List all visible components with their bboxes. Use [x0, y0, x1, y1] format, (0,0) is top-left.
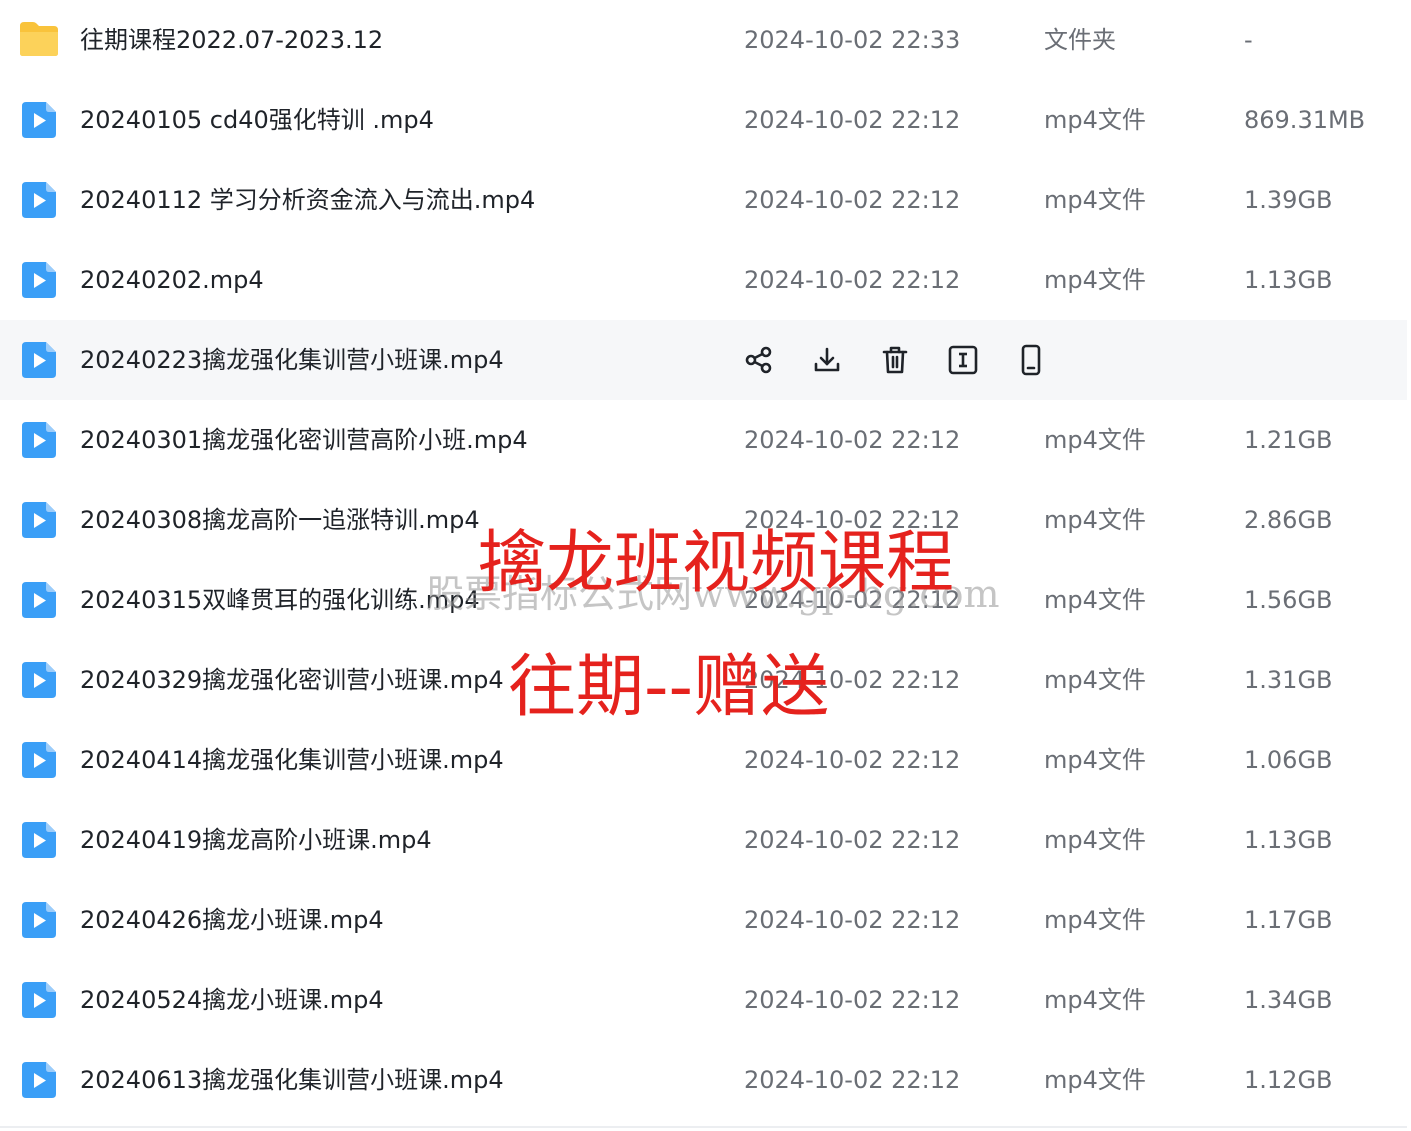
file-row[interactable]: 20240414擒龙强化集训营小班课.mp4 2024-10-02 22:12 mp… [0, 720, 1407, 800]
file-type: mp4文件 [1044, 906, 1146, 934]
file-name[interactable]: 20240223擒龙强化集训营小班课.mp4 [80, 320, 504, 400]
video-file-icon [22, 662, 56, 698]
file-name[interactable]: 20240329擒龙强化密训营小班课.mp4 [80, 640, 504, 720]
mobile-icon[interactable] [1014, 344, 1048, 376]
rename-icon[interactable] [946, 344, 980, 376]
file-size: 1.34GB [1244, 986, 1333, 1014]
video-file-icon [22, 502, 56, 538]
overlay-title: 擒龙班视频课程 [478, 524, 955, 603]
video-file-icon [22, 822, 56, 858]
file-size: 1.06GB [1244, 746, 1333, 774]
download-icon[interactable] [810, 344, 844, 376]
file-type: mp4文件 [1044, 506, 1146, 534]
file-type: mp4文件 [1044, 986, 1146, 1014]
file-size: 1.12GB [1244, 1066, 1333, 1094]
file-modified-date: 2024-10-02 22:12 [744, 1066, 961, 1094]
video-file-icon [22, 582, 56, 618]
file-modified-date: 2024-10-02 22:33 [744, 26, 961, 54]
file-size: 1.13GB [1244, 826, 1333, 854]
file-modified-date: 2024-10-02 22:12 [744, 986, 961, 1014]
file-modified-date: 2024-10-02 22:12 [744, 426, 961, 454]
file-name[interactable]: 20240315双峰贯耳的强化训练.mp4 [80, 560, 480, 640]
file-name[interactable]: 20240308擒龙高阶一追涨特训.mp4 [80, 480, 480, 560]
file-size: 869.31MB [1244, 106, 1366, 134]
file-row[interactable]: 往期课程2022.07-2023.12 2024-10-02 22:33 文件夹 - [0, 0, 1407, 80]
video-file-icon [22, 982, 56, 1018]
file-row[interactable]: 20240426擒龙小班课.mp4 2024-10-02 22:12 mp4文件 1.… [0, 880, 1407, 960]
file-modified-date: 2024-10-02 22:12 [744, 266, 961, 294]
file-size: - [1244, 26, 1253, 54]
file-size: 1.31GB [1244, 666, 1333, 694]
file-row[interactable]: 20240105 cd40强化特训 .mp4 2024-10-02 22:12 mp… [0, 80, 1407, 160]
file-size: 1.17GB [1244, 906, 1333, 934]
file-name[interactable]: 20240202.mp4 [80, 240, 264, 320]
folder-icon [18, 20, 60, 58]
video-file-icon [22, 1062, 56, 1098]
file-row[interactable]: 20240524擒龙小班课.mp4 2024-10-02 22:12 mp4文件 1.… [0, 960, 1407, 1040]
file-type: mp4文件 [1044, 106, 1146, 134]
file-modified-date: 2024-10-02 22:12 [744, 746, 961, 774]
video-file-icon [22, 102, 56, 138]
file-size: 1.39GB [1244, 186, 1333, 214]
file-name[interactable]: 20240301擒龙强化密训营高阶小班.mp4 [80, 400, 528, 480]
share-icon[interactable] [742, 344, 776, 376]
file-row[interactable]: 20240613擒龙强化集训营小班课.mp4 2024-10-02 22:12 mp… [0, 1040, 1407, 1120]
file-type: mp4文件 [1044, 666, 1146, 694]
file-name[interactable]: 20240419擒龙高阶小班课.mp4 [80, 800, 432, 880]
file-type: mp4文件 [1044, 826, 1146, 854]
file-size: 2.86GB [1244, 506, 1333, 534]
video-file-icon [22, 182, 56, 218]
file-type: mp4文件 [1044, 1066, 1146, 1094]
video-file-icon [22, 422, 56, 458]
file-size: 1.13GB [1244, 266, 1333, 294]
file-name[interactable]: 20240112 学习分析资金流入与流出.mp4 [80, 160, 535, 240]
list-bottom-divider [0, 1126, 1407, 1128]
overlay-subtitle: 往期--赠送 [508, 648, 830, 727]
video-file-icon [22, 342, 56, 378]
file-row[interactable]: 20240301擒龙强化密训营高阶小班.mp4 2024-10-02 22:12 m… [0, 400, 1407, 480]
video-file-icon [22, 902, 56, 938]
trash-icon[interactable] [878, 344, 912, 376]
file-row[interactable]: 20240419擒龙高阶小班课.mp4 2024-10-02 22:12 mp4文件… [0, 800, 1407, 880]
file-modified-date: 2024-10-02 22:12 [744, 106, 961, 134]
file-type: mp4文件 [1044, 186, 1146, 214]
file-type: 文件夹 [1044, 26, 1116, 54]
file-type: mp4文件 [1044, 426, 1146, 454]
file-row[interactable]: 20240223擒龙强化集训营小班课.mp4 [0, 320, 1407, 400]
file-name[interactable]: 往期课程2022.07-2023.12 [80, 0, 383, 80]
file-type: mp4文件 [1044, 746, 1146, 774]
file-name[interactable]: 20240613擒龙强化集训营小班课.mp4 [80, 1040, 504, 1120]
file-name[interactable]: 20240105 cd40强化特训 .mp4 [80, 80, 434, 160]
file-type: mp4文件 [1044, 266, 1146, 294]
file-modified-date: 2024-10-02 22:12 [744, 826, 961, 854]
file-row[interactable]: 20240112 学习分析资金流入与流出.mp4 2024-10-02 22:12… [0, 160, 1407, 240]
video-file-icon [22, 262, 56, 298]
file-size: 1.21GB [1244, 426, 1333, 454]
file-modified-date: 2024-10-02 22:12 [744, 186, 961, 214]
file-name[interactable]: 20240524擒龙小班课.mp4 [80, 960, 384, 1040]
file-type: mp4文件 [1044, 586, 1146, 614]
file-name[interactable]: 20240426擒龙小班课.mp4 [80, 880, 384, 960]
file-modified-date: 2024-10-02 22:12 [744, 906, 961, 934]
file-size: 1.56GB [1244, 586, 1333, 614]
video-file-icon [22, 742, 56, 778]
file-row[interactable]: 20240202.mp4 2024-10-02 22:12 mp4文件 1.13GB [0, 240, 1407, 320]
file-name[interactable]: 20240414擒龙强化集训营小班课.mp4 [80, 720, 504, 800]
